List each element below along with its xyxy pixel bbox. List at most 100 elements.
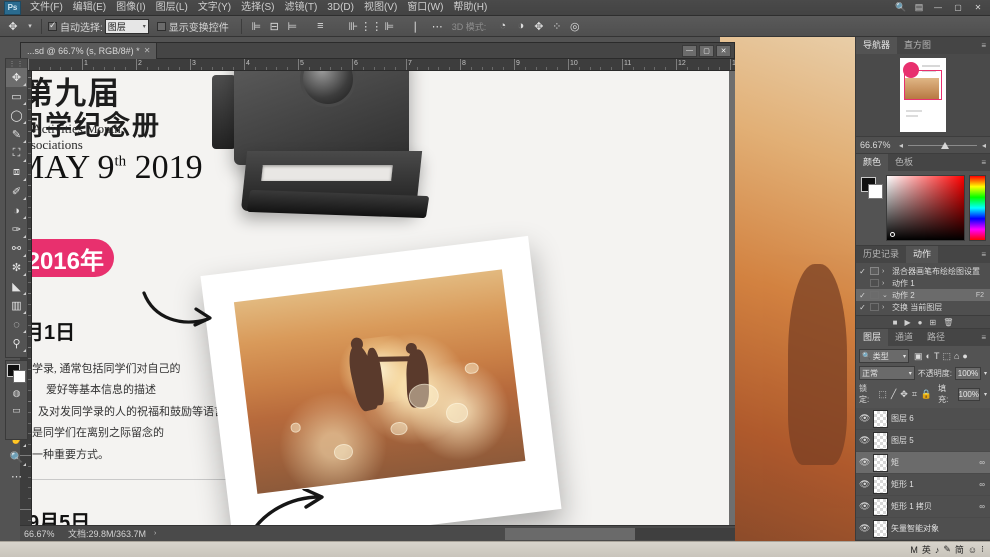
tools-panel-grip[interactable]: ⋮⋮ xyxy=(6,59,27,68)
menu-window[interactable]: 窗口(W) xyxy=(402,0,448,16)
align-center-h-button[interactable]: ⊟ xyxy=(266,18,283,35)
status-zoom-value[interactable]: 66.67% xyxy=(24,529,60,539)
actions-footer-icon-4[interactable]: 🗑 xyxy=(943,318,953,327)
zoom-3d-icon[interactable]: ◎ xyxy=(566,18,583,35)
navigator-zoom-value[interactable]: 66.67% xyxy=(860,140,894,150)
tab-swatches[interactable]: 色板 xyxy=(888,154,920,171)
align-middle-v-button[interactable]: ≡ xyxy=(312,18,329,35)
layer-filter-kind-dropdown[interactable]: 🔍 类型 ▾ xyxy=(859,349,909,363)
chevron-right-icon[interactable]: › xyxy=(882,268,889,275)
menu-image[interactable]: 图像(I) xyxy=(111,0,150,16)
brush-tool[interactable]: ✑ xyxy=(6,220,27,239)
screen-mode-icon[interactable]: ▭ xyxy=(7,403,26,417)
eye-icon[interactable]: 👁 xyxy=(859,479,870,490)
quick-mask-icon[interactable]: ◍ xyxy=(7,386,26,400)
ime-item-4[interactable]: 简 xyxy=(955,543,964,556)
filter-smart-icon[interactable]: ⌂ xyxy=(954,351,959,361)
layer-link-icon[interactable]: ∞ xyxy=(979,458,987,467)
search-icon[interactable]: 🔍 xyxy=(894,2,908,14)
document-tab[interactable]: ...sd @ 66.7% (s, RGB/8#) * ✕ xyxy=(21,42,158,59)
eye-icon[interactable]: 👁 xyxy=(859,413,870,424)
action-check-icon[interactable]: ✓ xyxy=(858,291,867,300)
horizontal-scrollbar[interactable] xyxy=(505,527,735,540)
color-hue-strip[interactable] xyxy=(969,175,986,241)
move-tool[interactable]: ✥ xyxy=(6,68,27,87)
menu-3d[interactable]: 3D(D) xyxy=(322,0,359,16)
action-row[interactable]: ✓ › 混合器画笔布绘绘图设置 xyxy=(856,265,990,277)
tab-layers[interactable]: 图层 xyxy=(856,329,889,346)
camera-image[interactable] xyxy=(204,71,469,275)
ime-item-6[interactable]: ⁝ xyxy=(981,544,984,555)
layer-thumbnail[interactable] xyxy=(873,431,888,450)
tab-color[interactable]: 颜色 xyxy=(856,154,889,171)
menu-select[interactable]: 选择(S) xyxy=(236,0,279,16)
layer-link-icon[interactable]: ∞ xyxy=(979,502,987,511)
filter-toggle-icon[interactable]: ● xyxy=(962,351,967,361)
filter-type-icon[interactable]: T xyxy=(934,351,940,361)
layer-thumbnail[interactable] xyxy=(873,497,888,516)
crop-tool[interactable]: ⛶ xyxy=(6,144,27,163)
color-panel-swatches[interactable] xyxy=(860,175,883,241)
actions-footer-icon-3[interactable]: ⊞ xyxy=(929,318,936,327)
eyedropper-tool[interactable]: ✐ xyxy=(6,182,27,201)
dodge-tool[interactable]: ⚲ xyxy=(6,334,27,353)
ime-item-1[interactable]: 英 xyxy=(922,543,931,556)
ime-indicator[interactable]: M 英 ♪ ✎ 简 ☺ ⁝ xyxy=(910,543,984,556)
roll-3d-icon[interactable]: ◑ xyxy=(512,18,529,35)
show-transform-check-icon[interactable] xyxy=(156,21,166,31)
zoom-out-icon[interactable]: ◂ xyxy=(899,141,903,150)
eye-icon[interactable]: 👁 xyxy=(859,457,870,468)
color-background-swatch[interactable] xyxy=(868,184,883,199)
actions-panel-menu-icon[interactable]: ≡ xyxy=(981,250,990,259)
action-check-icon[interactable]: ✓ xyxy=(858,267,867,276)
clone-stamp-tool[interactable]: ⚯ xyxy=(6,239,27,258)
action-row[interactable]: ✓ › 交换 当前图层 xyxy=(856,301,990,313)
layer-row[interactable]: 👁 矩形 1 拷贝 ∞ xyxy=(856,496,990,518)
zoom-tool[interactable]: 🔍 xyxy=(6,448,27,467)
align-right-button[interactable]: ⊨ xyxy=(284,18,301,35)
actions-footer-icon-1[interactable]: ▶ xyxy=(904,318,910,327)
eraser-tool[interactable]: ◣ xyxy=(6,277,27,296)
document-window[interactable]: 第九届 同学纪念册 e Activities Month association… xyxy=(32,71,735,541)
blend-mode-dropdown[interactable]: 正常 ▾ xyxy=(859,366,915,380)
gradient-tool[interactable]: ▥ xyxy=(6,296,27,315)
filter-shape-icon[interactable]: ⬚ xyxy=(942,351,951,362)
eye-icon[interactable]: 👁 xyxy=(859,523,870,534)
navigator-preview[interactable] xyxy=(856,54,990,136)
actions-footer-icon-0[interactable]: ■ xyxy=(893,318,898,327)
distribute-spacing-button[interactable]: ❘ xyxy=(407,18,424,35)
action-dialog-toggle-icon[interactable] xyxy=(870,303,879,311)
doc-close-button[interactable]: ✕ xyxy=(716,44,731,57)
distribute-top-button[interactable]: ⊪ xyxy=(345,18,362,35)
layer-row[interactable]: 👁 图层 5 xyxy=(856,430,990,452)
auto-select-check-icon[interactable] xyxy=(48,20,57,31)
layer-thumbnail[interactable] xyxy=(873,453,888,472)
filter-pixel-icon[interactable]: ▣ xyxy=(914,351,923,362)
layer-row[interactable]: 👁 矢量智能对象 xyxy=(856,518,990,540)
tool-preset-caret-icon[interactable]: ▾ xyxy=(25,22,35,30)
chevron-right-icon[interactable]: ⌄ xyxy=(882,291,889,299)
lock-all-icon[interactable]: 🔒 xyxy=(921,389,932,400)
ime-item-3[interactable]: ✎ xyxy=(943,544,951,555)
blur-tool[interactable]: ◌ xyxy=(6,315,27,334)
maximize-button[interactable]: ▢ xyxy=(950,2,966,14)
tab-histogram[interactable]: 直方图 xyxy=(897,37,938,54)
menu-layer[interactable]: 图层(L) xyxy=(151,0,193,16)
orbit-3d-icon[interactable]: ◔ xyxy=(494,18,511,35)
quick-selection-tool[interactable]: ✎ xyxy=(6,125,27,144)
doc-minimize-button[interactable]: — xyxy=(682,44,697,57)
eye-icon[interactable]: 👁 xyxy=(859,501,870,512)
more-options-button[interactable]: ⋯ xyxy=(426,20,450,33)
action-dialog-toggle-icon[interactable] xyxy=(870,291,879,299)
eye-icon[interactable]: 👁 xyxy=(859,435,870,446)
layers-list[interactable]: 👁 图层 6 👁 图层 5 👁 矩 ∞ 👁 矩形 1 ∞ 👁 矩形 1 拷贝 ∞ 👁 矢量智能对象 xyxy=(856,408,990,540)
artboard[interactable]: 第九届 同学纪念册 e Activities Month association… xyxy=(32,71,729,541)
close-icon[interactable]: ✕ xyxy=(144,46,151,55)
pan-3d-icon[interactable]: ✥ xyxy=(530,18,547,35)
menu-edit[interactable]: 编辑(E) xyxy=(68,0,111,16)
tab-actions[interactable]: 动作 xyxy=(906,246,939,263)
distribute-center-button[interactable]: ⋮⋮ xyxy=(360,18,382,35)
marquee-tool[interactable]: ▭ xyxy=(6,87,27,106)
tab-channels[interactable]: 通道 xyxy=(888,329,920,346)
align-left-button[interactable]: ⊫ xyxy=(248,18,265,35)
